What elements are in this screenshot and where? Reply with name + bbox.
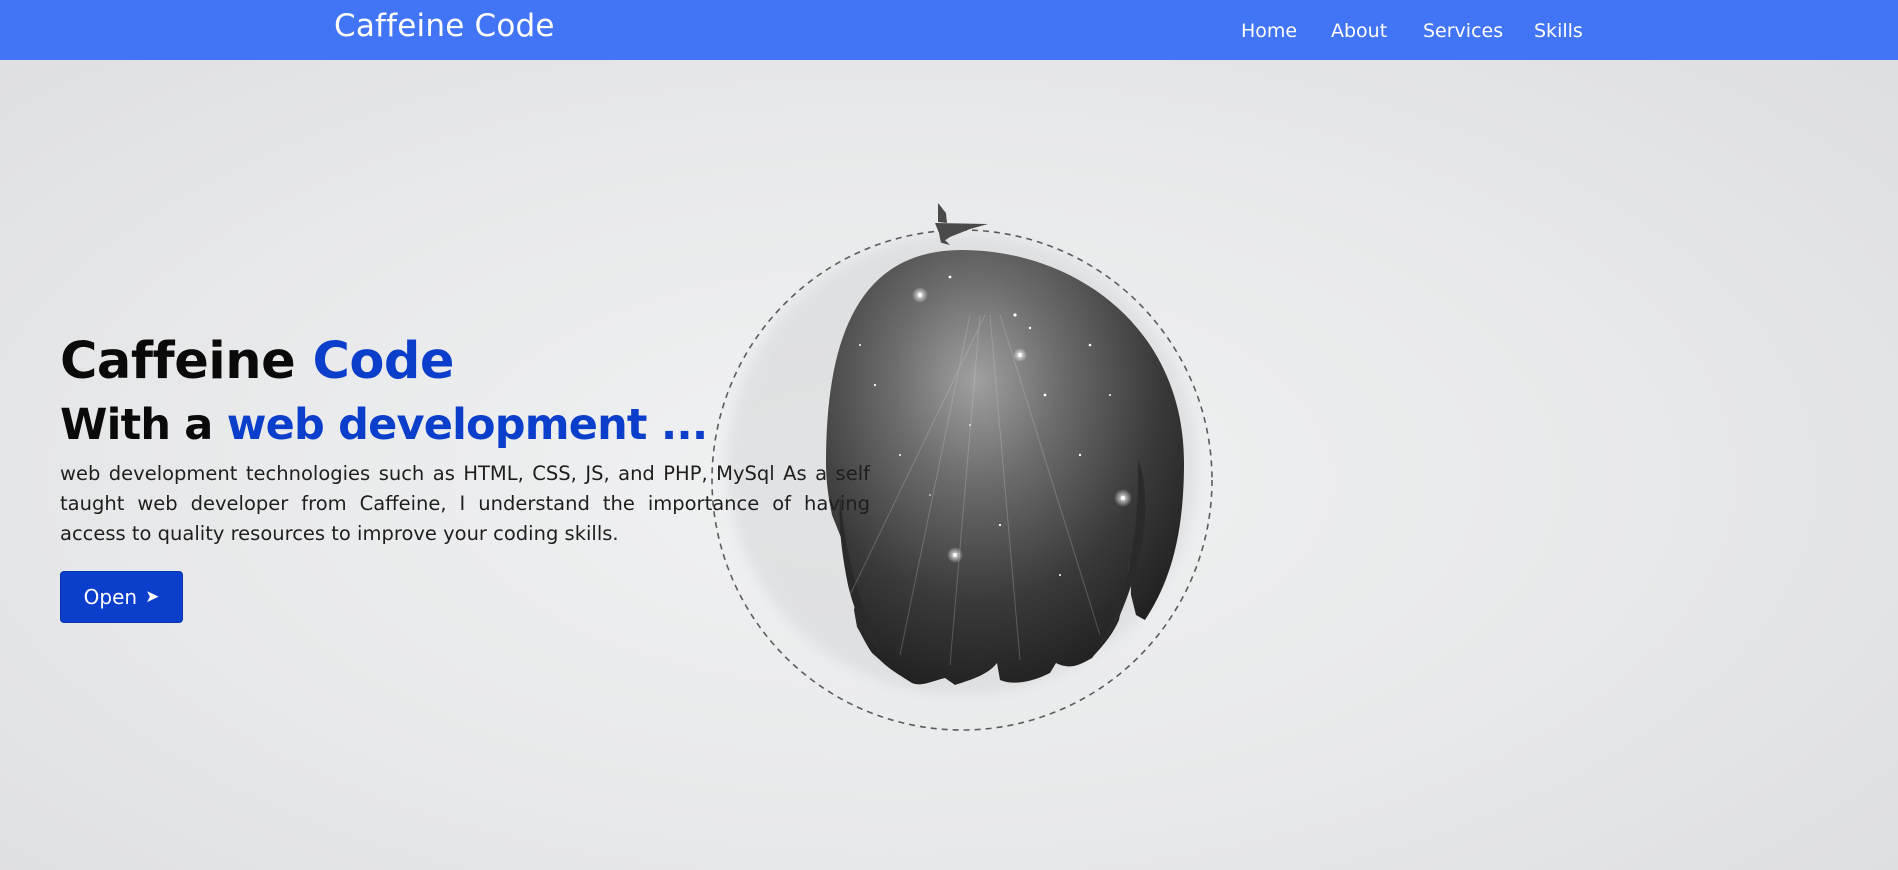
hero-subtitle-text: With a xyxy=(60,400,227,450)
hero-subtitle-accent: web development ... xyxy=(226,400,709,450)
hero-description: web development technologies such as HTM… xyxy=(60,462,870,545)
hero-title-text: Caffeine xyxy=(60,332,313,391)
nav-link-about[interactable]: About xyxy=(1331,20,1387,42)
hero-subtitle: With a web development ... xyxy=(60,398,709,452)
nav-link-home[interactable]: Home xyxy=(1241,20,1297,42)
open-button[interactable]: Open ➤ xyxy=(60,571,183,623)
navbar: Caffeine Code Home About Services Skills xyxy=(0,0,1898,60)
hero-title: Caffeine Code xyxy=(60,332,455,392)
nav-links: Home About Services Skills xyxy=(0,20,1898,44)
nav-link-skills[interactable]: Skills xyxy=(1534,20,1583,42)
arrow-right-icon: ➤ xyxy=(145,587,160,607)
nav-link-services[interactable]: Services xyxy=(1423,20,1503,42)
hero-title-accent: Code xyxy=(312,332,455,391)
open-button-label: Open xyxy=(83,585,138,609)
